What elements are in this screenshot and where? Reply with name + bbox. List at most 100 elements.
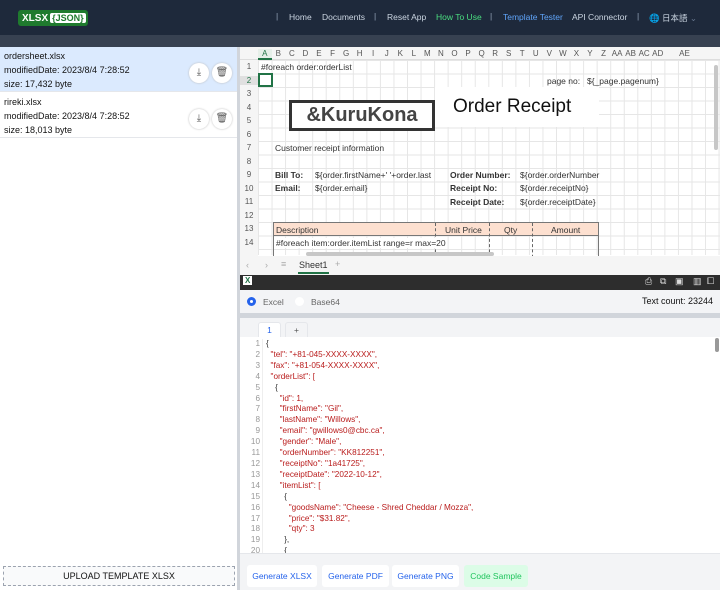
code-line[interactable]: "qty": 3 (266, 524, 473, 535)
add-editor-tab[interactable]: + (285, 322, 308, 337)
column-header[interactable]: O (448, 49, 462, 58)
code-line[interactable]: "fax": "+81-054-XXXX-XXXX", (266, 361, 473, 372)
nav-home[interactable]: Home (289, 12, 312, 22)
code-line[interactable]: { (266, 546, 473, 553)
next-sheet-icon[interactable]: › (265, 260, 268, 270)
app-logo[interactable]: XLSX {JSON} (18, 10, 88, 26)
column-header[interactable]: A (258, 49, 272, 60)
column-header[interactable]: Z (597, 49, 611, 58)
code-line[interactable]: { (266, 492, 473, 503)
trash-icon[interactable]: 🗑 (212, 109, 232, 129)
panel-icon[interactable]: ▥ (693, 276, 702, 287)
row-header[interactable]: 14 (240, 238, 258, 247)
column-header[interactable]: C (285, 49, 299, 58)
row-header[interactable]: 12 (240, 211, 258, 220)
column-header[interactable]: N (434, 49, 448, 58)
vertical-scrollbar[interactable] (714, 65, 718, 150)
column-header[interactable]: J (380, 49, 394, 58)
row-header[interactable]: 10 (240, 184, 258, 193)
code-line[interactable]: "orderNumber": "KK812251", (266, 448, 473, 459)
code-lines[interactable]: { "tel": "+81-045-XXXX-XXXX", "fax": "+8… (262, 339, 473, 553)
sheet-list-icon[interactable]: ≡ (281, 259, 286, 269)
column-header[interactable]: T (515, 49, 529, 58)
code-line[interactable]: "orderList": [ (266, 372, 473, 383)
row-header[interactable]: 2 (240, 75, 258, 85)
nav-reset-app[interactable]: Reset App (387, 12, 426, 22)
code-line[interactable]: "receiptDate": "2022-10-12", (266, 470, 473, 481)
sheet-tab[interactable]: Sheet1 (298, 260, 329, 274)
column-header[interactable]: AE (665, 49, 705, 58)
cell-receipt-no-value[interactable]: ${order.receiptNo} (520, 183, 589, 193)
cell-bill-to[interactable]: Bill To: (275, 170, 303, 180)
column-header[interactable]: S (502, 49, 516, 58)
radio-base64-label[interactable]: Base64 (311, 297, 340, 307)
row-header[interactable]: 3 (240, 89, 258, 98)
radio-excel[interactable] (247, 297, 256, 306)
column-header[interactable]: F (326, 49, 340, 58)
code-line[interactable]: "price": "$31.82", (266, 514, 473, 525)
column-header[interactable]: Y (583, 49, 597, 58)
row-header[interactable]: 1 (240, 62, 258, 71)
code-line[interactable]: "lastName": "Willows", (266, 415, 473, 426)
editor-tab-1[interactable]: 1 (258, 322, 281, 337)
prev-sheet-icon[interactable]: ‹ (246, 260, 249, 270)
row-header[interactable]: 8 (240, 157, 258, 166)
column-header[interactable]: M (421, 49, 435, 58)
column-header[interactable]: AD (651, 49, 665, 58)
code-line[interactable]: { (266, 383, 473, 394)
save-icon[interactable]: ▣ (675, 276, 684, 287)
column-header[interactable]: D (299, 49, 313, 58)
export-icon[interactable]: ⎙ (645, 276, 652, 287)
code-line[interactable]: "email": "gwillows0@cbc.ca", (266, 426, 473, 437)
header-amount[interactable]: Amount (551, 225, 580, 235)
cell-order-receipt-title[interactable]: Order Receipt (453, 96, 571, 118)
row-header[interactable]: 13 (240, 224, 258, 233)
copy-icon[interactable]: ⧉ (660, 276, 666, 287)
nav-documents[interactable]: Documents (322, 12, 365, 22)
column-header[interactable]: E (312, 49, 326, 58)
popout-icon[interactable]: ⧠ (707, 276, 714, 287)
code-line[interactable]: "receiptNo": "1a41725", (266, 459, 473, 470)
code-line[interactable]: "itemList": [ (266, 481, 473, 492)
cell-email[interactable]: Email: (275, 183, 301, 193)
header-qty[interactable]: Qty (504, 225, 517, 235)
nav-template-tester[interactable]: Template Tester (503, 12, 563, 22)
column-header[interactable]: AB (624, 49, 638, 58)
cell-page-num[interactable]: ${_page.pagenum} (587, 76, 659, 86)
column-header[interactable]: B (272, 49, 286, 58)
column-header[interactable]: AC (637, 49, 651, 58)
column-header[interactable]: K (394, 49, 408, 58)
column-header[interactable]: X (570, 49, 584, 58)
header-unit-price[interactable]: Unit Price (445, 225, 482, 235)
file-item[interactable]: ordersheet.xlsx modifiedDate: 2023/8/4 7… (0, 47, 237, 92)
column-header[interactable]: V (543, 49, 557, 58)
column-header[interactable]: R (488, 49, 502, 58)
code-line[interactable]: "gender": "Male", (266, 437, 473, 448)
radio-base64[interactable] (295, 297, 304, 306)
code-sample-button[interactable]: Code Sample (464, 565, 528, 587)
column-header[interactable]: AA (610, 49, 624, 58)
upload-template-button[interactable]: UPLOAD TEMPLATE XLSX (3, 566, 235, 586)
code-line[interactable]: }, (266, 535, 473, 546)
cell-row14-foreach[interactable]: #foreach item:order.itemList range=r max… (276, 238, 446, 248)
code-line[interactable]: "goodsName": "Cheese - Shred Cheddar / M… (266, 503, 474, 514)
cell-a1[interactable]: #foreach order:orderList (261, 62, 352, 72)
row-header[interactable]: 5 (240, 116, 258, 125)
code-line[interactable]: "id": 1, (266, 394, 473, 405)
selected-cell[interactable] (258, 73, 273, 87)
column-header[interactable]: I (366, 49, 380, 58)
file-item[interactable]: rireki.xlsx modifiedDate: 2023/8/4 7:28:… (0, 93, 237, 138)
row-header[interactable]: 4 (240, 103, 258, 112)
cell-receipt-date-value[interactable]: ${order.receiptDate} (520, 197, 596, 207)
code-line[interactable]: { (266, 339, 473, 350)
nav-how-to-use[interactable]: How To Use (436, 12, 482, 22)
column-header[interactable]: G (339, 49, 353, 58)
json-editor[interactable]: 1 2 3 4 5 6 7 8 9 10 11 12 13 14 15 16 17 18 19 20 { "tel":… (240, 337, 720, 553)
cell-receipt-date[interactable]: Receipt Date: (450, 197, 504, 207)
column-header[interactable]: Q (475, 49, 489, 58)
editor-scrollbar[interactable] (715, 338, 719, 352)
download-icon[interactable]: ⤓ (189, 109, 209, 129)
code-line[interactable]: "tel": "+81-045-XXXX-XXXX", (266, 350, 473, 361)
row-header[interactable]: 6 (240, 130, 258, 139)
column-header[interactable]: U (529, 49, 543, 58)
